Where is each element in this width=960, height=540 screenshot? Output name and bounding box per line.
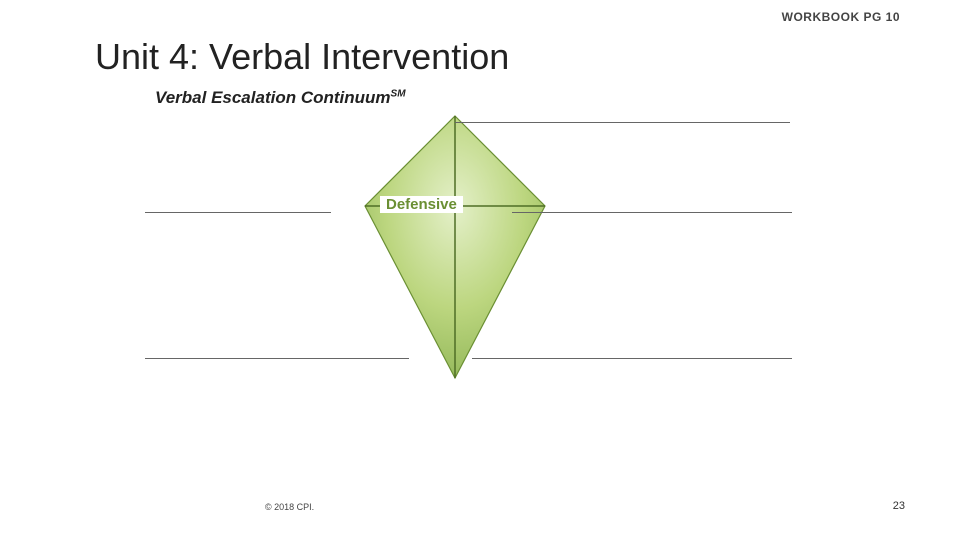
blank-line-top-right (455, 122, 790, 123)
kite-diagram (330, 108, 590, 388)
subtitle-text: Verbal Escalation Continuum (155, 88, 391, 107)
page-number: 23 (893, 500, 905, 512)
diagram-center-label: Defensive (380, 196, 463, 213)
blank-line-lower-right (472, 358, 792, 359)
blank-line-lower-left (145, 358, 409, 359)
blank-line-mid-right (512, 212, 792, 213)
blank-line-mid-left (145, 212, 331, 213)
unit-title: Unit 4: Verbal Intervention (95, 36, 509, 78)
section-subtitle: Verbal Escalation ContinuumSM (155, 88, 406, 108)
copyright-text: © 2018 CPI. (265, 502, 314, 512)
workbook-page-label: WORKBOOK PG 10 (782, 10, 900, 24)
service-mark: SM (391, 88, 406, 99)
